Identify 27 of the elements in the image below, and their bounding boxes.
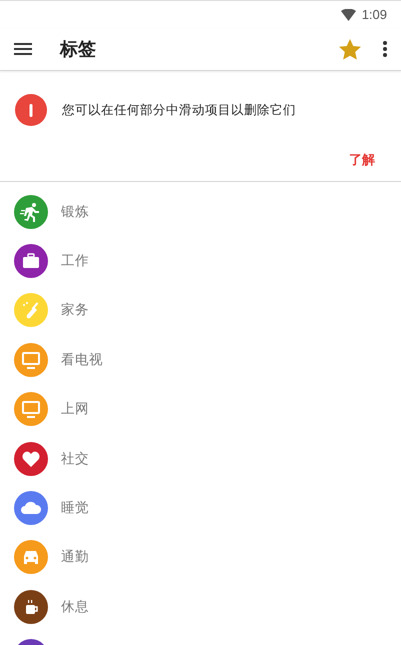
tag-label: 家务 bbox=[61, 301, 89, 320]
wifi-icon bbox=[340, 8, 356, 20]
more-options-icon[interactable] bbox=[383, 41, 387, 57]
info-icon bbox=[14, 93, 48, 127]
tag-label: 锻炼 bbox=[61, 202, 89, 221]
tag-item[interactable]: 睡觉 bbox=[0, 483, 401, 533]
tag-item[interactable]: 通勤 bbox=[0, 532, 401, 582]
screen-title: 标签 bbox=[60, 38, 97, 61]
tag-label: 通勤 bbox=[61, 548, 89, 566]
tag-item[interactable]: 休息 bbox=[0, 582, 401, 632]
star-icon[interactable] bbox=[339, 38, 361, 60]
tag-item[interactable]: 锻炼 bbox=[0, 187, 401, 236]
tag-item[interactable]: 工作 bbox=[0, 236, 401, 286]
tag-label: 看电视 bbox=[61, 350, 103, 369]
info-message: 您可以在任何部分中滑动项目以删除它们 bbox=[62, 102, 296, 118]
tag-label: 社交 bbox=[61, 450, 89, 468]
tag-item[interactable]: 上网 bbox=[0, 384, 401, 434]
tag-item[interactable]: 看电视 bbox=[0, 335, 401, 385]
menu-icon[interactable] bbox=[14, 42, 32, 56]
dismiss-button[interactable]: 了解 bbox=[345, 149, 379, 171]
tag-label: 上网 bbox=[61, 400, 89, 418]
tag-label: 工作 bbox=[61, 252, 89, 270]
tag-item[interactable]: 社交 bbox=[0, 434, 401, 484]
tag-label: 睡觉 bbox=[61, 499, 89, 518]
tag-label: 休息 bbox=[61, 598, 89, 616]
status-time: 1:09 bbox=[362, 7, 387, 22]
tag-item[interactable]: 家务 bbox=[0, 286, 401, 336]
